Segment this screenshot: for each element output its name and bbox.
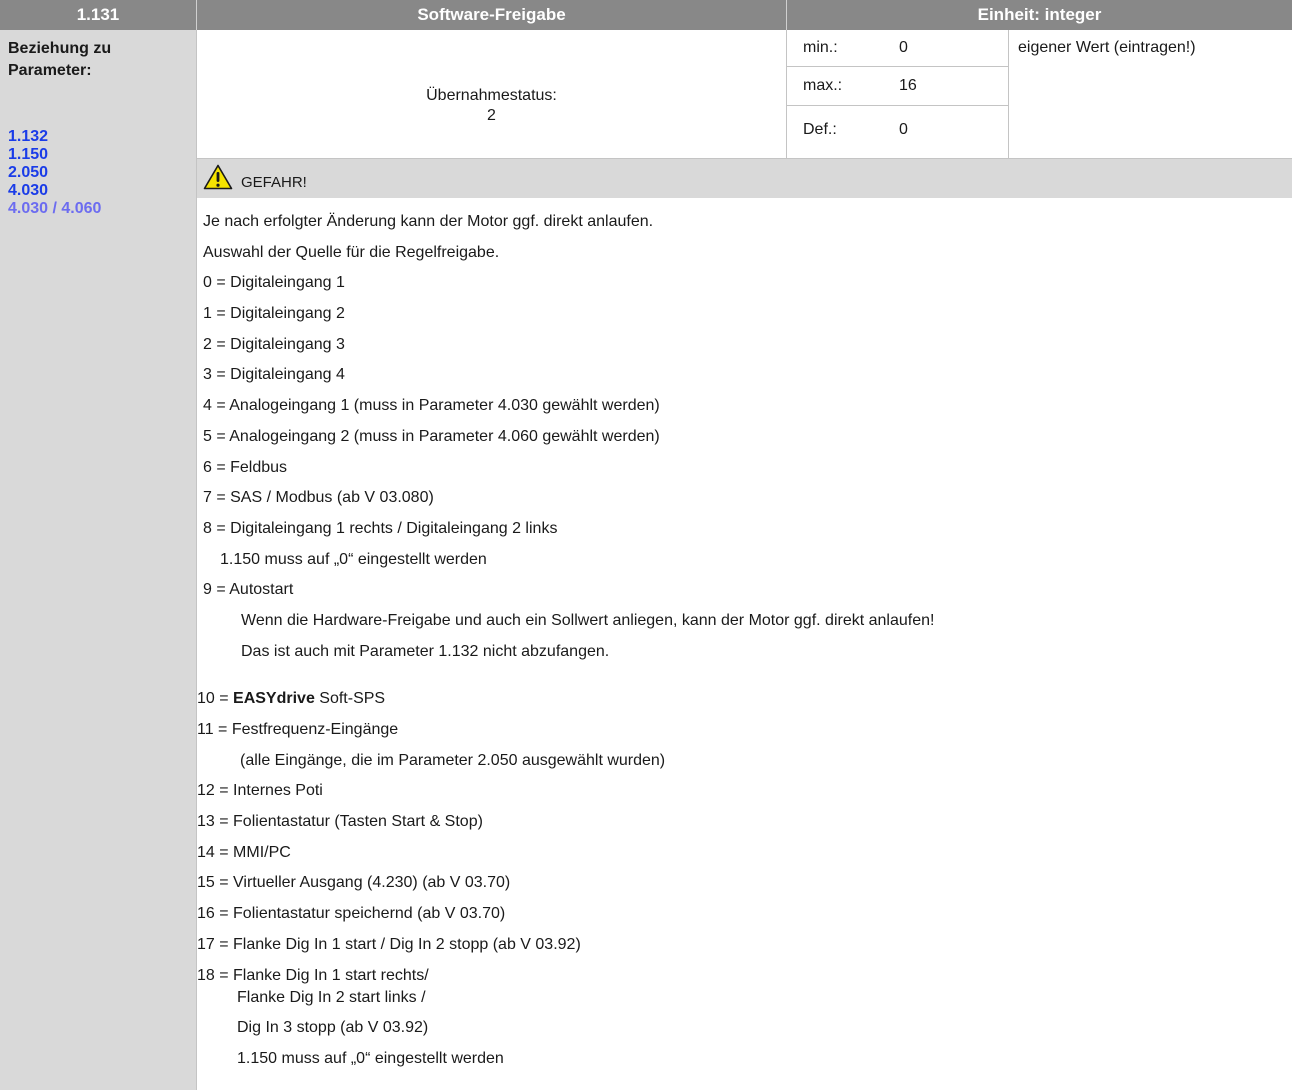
description-line: Je nach erfolgter Änderung kann der Moto… [203, 213, 654, 230]
option-item: 8 = Digitaleingang 1 rechts / Digitalein… [203, 519, 558, 537]
max-value: 16 [899, 77, 917, 94]
max-label: max.: [803, 77, 843, 94]
option-item: 12 = Internes Poti [197, 782, 323, 800]
option-item: 14 = MMI/PC [197, 843, 291, 861]
option-note: Flanke Dig In 2 start links / [237, 988, 426, 1006]
danger-label: GEFAHR! [241, 174, 307, 191]
own-value-label: eigener Wert (eintragen!) [1018, 39, 1196, 56]
unit-label: Einheit: integer [977, 5, 1102, 24]
option-item: 5 = Analogeingang 2 (muss in Parameter 4… [203, 427, 660, 445]
danger-banner: GEFAHR! [197, 159, 1292, 198]
max-row: max.: 16 [787, 67, 1009, 106]
parameter-number: 1.131 [0, 0, 197, 30]
option-note: Das ist auch mit Parameter 1.132 nicht a… [241, 642, 610, 660]
option-item: 4 = Analogeingang 1 (muss in Parameter 4… [203, 397, 660, 415]
link-parameter-2-050[interactable]: 2.050 [8, 164, 101, 182]
option-item: 1 = Digitaleingang 2 [203, 305, 345, 323]
link-parameter-4-030[interactable]: 4.030 [8, 182, 101, 200]
option-note: 1.150 muss auf „0“ eingestellt werden [220, 550, 487, 568]
parameter-description: Je nach erfolgter Änderung kann der Moto… [197, 211, 1283, 1079]
link-parameter-1-132[interactable]: 1.132 [8, 128, 101, 146]
option-item: 17 = Flanke Dig In 1 start / Dig In 2 st… [197, 935, 581, 953]
warning-icon [203, 164, 233, 190]
description-line: Auswahl der Quelle für die Regelfreigabe… [203, 243, 500, 261]
option-note: Wenn die Hardware-Freigabe und auch ein … [241, 611, 935, 629]
brand-name: EASYdrive [233, 690, 315, 708]
option-item: 3 = Digitaleingang 4 [203, 366, 345, 384]
option-item: 2 = Digitaleingang 3 [203, 335, 345, 353]
option-item: 6 = Feldbus [203, 458, 288, 476]
default-row: Def.: 0 [787, 106, 1009, 158]
min-value: 0 [899, 39, 908, 56]
option-item: 13 = Folientastatur (Tasten Start & Stop… [197, 813, 483, 831]
range-table: min.: 0 max.: 16 Def.: 0 [786, 30, 1009, 158]
link-parameter-1-150[interactable]: 1.150 [8, 146, 101, 164]
divider [1008, 30, 1009, 158]
option-item: 11 = Festfrequenz-Eingänge [197, 721, 399, 738]
option-note: 1.150 muss auf „0“ eingestellt werden [237, 1049, 504, 1067]
relation-heading: Beziehung zu Parameter: [8, 40, 112, 79]
option-item: 9 = Autostart [203, 581, 294, 599]
status-label: Übernahmestatus: [426, 87, 557, 104]
related-parameter-links: 1.132 1.150 2.050 4.030 4.030 / 4.060 [8, 128, 101, 218]
default-value: 0 [899, 121, 908, 138]
default-label: Def.: [803, 121, 837, 138]
option-item: 7 = SAS / Modbus (ab V 03.080) [203, 489, 434, 507]
option-item: 15 = Virtueller Ausgang (4.230) (ab V 03… [197, 874, 511, 892]
option-note: Dig In 3 stopp (ab V 03.92) [237, 1019, 429, 1037]
status-value: 2 [487, 107, 496, 124]
option-item: 18 = Flanke Dig In 1 start rechts/ [197, 966, 429, 984]
option-item: 16 = Folientastatur speichernd (ab V 03.… [197, 905, 506, 923]
relation-sidebar: Beziehung zu Parameter: 1.132 1.150 2.05… [0, 30, 197, 1090]
min-row: min.: 0 [787, 30, 1009, 67]
option-item: 0 = Digitaleingang 1 [203, 274, 345, 292]
parameter-title: Software-Freigabe [197, 0, 787, 30]
option-note: (alle Eingänge, die im Parameter 2.050 a… [240, 751, 666, 769]
link-parameter-4-030-4-060[interactable]: 4.030 / 4.060 [8, 200, 101, 218]
table-header: 1.131 Software-Freigabe Einheit: integer [0, 0, 1292, 30]
status-cell: Übernahmestatus: 2 [197, 30, 786, 158]
option-item: 10 = EASYdrive Soft-SPS [197, 690, 386, 708]
min-label: min.: [803, 39, 838, 56]
